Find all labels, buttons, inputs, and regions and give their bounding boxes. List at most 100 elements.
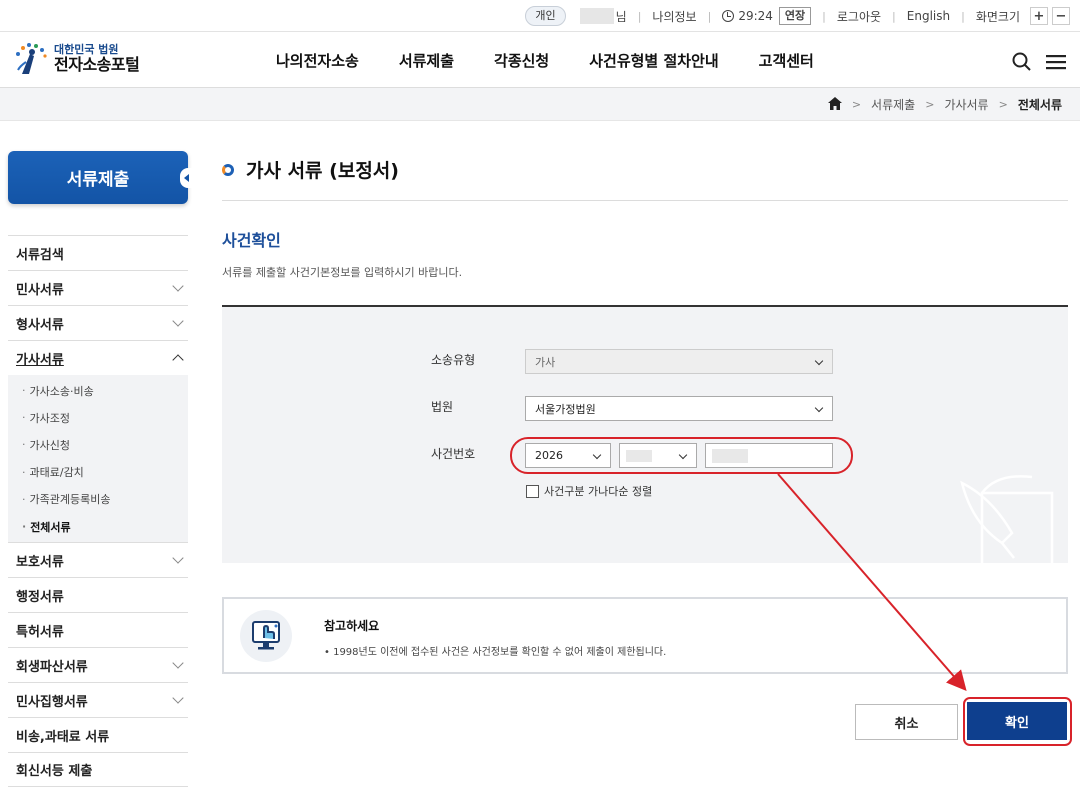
sort-checkbox-label: 사건구분 가나다순 정렬 — [544, 485, 653, 498]
separator: | — [892, 9, 896, 23]
sidebar-item-label: 회생파산서류 — [16, 659, 88, 675]
sort-checkbox-row[interactable]: 사건구분 가나다순 정렬 — [526, 483, 652, 499]
submenu-item[interactable]: 가사조정 — [8, 404, 188, 431]
breadcrumb-item[interactable]: 서류제출 — [871, 96, 915, 113]
court-logo-icon — [12, 40, 50, 78]
site-header: 대한민국 법원 전자소송포털 나의전자소송 서류제출 각종신청 사건유형별 절차… — [0, 32, 1080, 88]
sidebar-item-label: 형사서류 — [16, 317, 64, 333]
submenu-item[interactable]: 가사소송·비송 — [8, 377, 188, 404]
litigation-type-select: 가사 — [525, 349, 833, 374]
logout-link[interactable]: 로그아웃 — [837, 8, 881, 25]
annotation-highlight-box — [963, 697, 1072, 746]
sidebar-item-label: 민사집행서류 — [16, 694, 88, 710]
submenu-item[interactable]: 가족관계등록비송 — [8, 486, 188, 513]
sidebar-item-criminal[interactable]: 형사서류 — [8, 305, 188, 340]
gnb-document-submission[interactable]: 서류제출 — [399, 50, 454, 71]
sidebar-item-label: 서류검색 — [16, 247, 64, 263]
chevron-down-icon — [172, 315, 184, 327]
submenu-item[interactable]: 가사신청 — [8, 431, 188, 458]
gnb-applications[interactable]: 각종신청 — [494, 50, 549, 71]
annotation-highlight-oval — [510, 437, 853, 474]
my-info-link[interactable]: 나의정보 — [652, 8, 696, 25]
sidebar-item-label: 가사서류 — [16, 352, 64, 368]
breadcrumb: > 서류제출 > 가사서류 > 전체서류 — [827, 96, 1062, 113]
sidebar-item-rehabilitation[interactable]: 회생파산서류 — [8, 647, 188, 682]
search-icon[interactable] — [1012, 52, 1032, 76]
menu-icon[interactable] — [1046, 53, 1066, 75]
gnb-my-e-litigation[interactable]: 나의전자소송 — [276, 50, 359, 71]
submenu-item-current[interactable]: 전체서류 — [8, 513, 188, 540]
chevron-down-icon — [814, 403, 824, 413]
sidebar-item-reply-submission[interactable]: 회신서등 제출 — [8, 752, 188, 788]
touch-screen-icon — [240, 610, 292, 662]
sidebar-item-label: 보호서류 — [16, 554, 64, 570]
chevron-down-icon — [172, 552, 184, 564]
side-menu: 서류검색 민사서류 형사서류 가사서류 가사소송·비송 가사조정 가사신청 과태… — [8, 235, 188, 788]
court-label: 법원 — [431, 400, 454, 414]
extend-session-button[interactable]: 연장 — [778, 7, 812, 25]
court-select[interactable]: 서울가정법원 — [525, 396, 833, 421]
sidebar-item-administrative[interactable]: 행정서류 — [8, 577, 188, 612]
zoom-in-button[interactable]: + — [1030, 7, 1048, 25]
quill-decoration-icon — [960, 475, 1054, 563]
gnb-customer-center[interactable]: 고객센터 — [759, 50, 814, 71]
clock-icon — [722, 10, 735, 22]
sidebar-item-civil-execution[interactable]: 민사집행서류 — [8, 682, 188, 717]
sidebar-item-label: 비송,과태료 서류 — [16, 729, 110, 745]
logo-title: 전자소송포털 — [54, 55, 140, 75]
cancel-button[interactable]: 취소 — [855, 704, 958, 740]
user-suffix: 님 — [615, 9, 627, 24]
sidebar-item-protection[interactable]: 보호서류 — [8, 542, 188, 577]
collapse-toggle-icon[interactable] — [180, 168, 196, 188]
sidebar-item-family[interactable]: 가사서류 — [8, 340, 188, 375]
sidebar-item-label: 특허서류 — [16, 624, 64, 640]
chevron-right-icon: > — [851, 98, 862, 111]
section-title: 사건확인 — [222, 231, 281, 250]
breadcrumb-bar: > 서류제출 > 가사서류 > 전체서류 — [0, 88, 1080, 121]
sidebar-item-document-search[interactable]: 서류검색 — [8, 235, 188, 270]
chevron-down-icon — [814, 356, 824, 366]
font-size-label: 화면크기 — [975, 9, 1020, 24]
title-bullet-icon — [222, 163, 234, 176]
sidebar-item-label: 회신서등 제출 — [16, 764, 93, 780]
case-number-label: 사건번호 — [431, 447, 476, 461]
case-form — [222, 305, 1068, 563]
gnb-procedure-guide[interactable]: 사건유형별 절차안내 — [589, 50, 718, 71]
sidebar-item-label: 행정서류 — [16, 589, 64, 605]
user-name-masked — [579, 8, 614, 24]
page-title-text: 가사 서류 (보정서) — [246, 160, 399, 182]
chevron-down-icon — [172, 280, 184, 292]
notice-title: 참고하세요 — [324, 619, 380, 633]
sidebar-item-patent[interactable]: 특허서류 — [8, 612, 188, 647]
submenu-item[interactable]: 과태료/감치 — [8, 459, 188, 486]
utility-bar: 개인 님 | 나의정보 | 29:24 연장 | 로그아웃 | English … — [0, 0, 1080, 32]
separator: | — [637, 9, 642, 23]
chevron-down-icon — [172, 692, 184, 704]
sidebar-item-civil[interactable]: 민사서류 — [8, 270, 188, 305]
home-icon[interactable] — [827, 96, 842, 113]
site-logo[interactable]: 대한민국 법원 전자소송포털 — [12, 40, 140, 78]
english-link[interactable]: English — [907, 9, 950, 23]
separator: | — [707, 9, 712, 23]
sidebar-item-non-contentious[interactable]: 비송,과태료 서류 — [8, 717, 188, 752]
chevron-down-icon — [172, 657, 184, 669]
zoom-out-button[interactable]: − — [1052, 7, 1070, 25]
page-title: 가사 서류 (보정서) — [222, 156, 399, 183]
global-nav: 나의전자소송 서류제출 각종신청 사건유형별 절차안내 고객센터 — [276, 50, 854, 71]
sort-checkbox[interactable] — [526, 484, 539, 498]
side-menu-title: 서류제출 — [66, 170, 130, 190]
separator: | — [961, 9, 965, 23]
litigation-type-label: 소송유형 — [431, 353, 476, 367]
divider — [222, 200, 1068, 201]
breadcrumb-item[interactable]: 가사서류 — [944, 96, 988, 113]
notice-box: 참고하세요 • 1998년도 이전에 접수된 사건은 사건정보를 확인할 수 없… — [222, 597, 1068, 674]
chevron-right-icon: > — [998, 98, 1008, 111]
session-timer: 29:24 — [738, 9, 773, 23]
chevron-right-icon: > — [925, 98, 935, 111]
user-type-badge: 개인 — [525, 6, 566, 26]
sidebar-submenu-family: 가사소송·비송 가사조정 가사신청 과태료/감치 가족관계등록비송 전체서류 — [8, 375, 188, 543]
sidebar-item-label: 민사서류 — [16, 282, 64, 298]
separator: | — [822, 9, 826, 23]
section-description: 서류를 제출할 사건기본정보를 입력하시기 바랍니다. — [222, 266, 463, 279]
breadcrumb-current: 전체서류 — [1017, 98, 1062, 112]
